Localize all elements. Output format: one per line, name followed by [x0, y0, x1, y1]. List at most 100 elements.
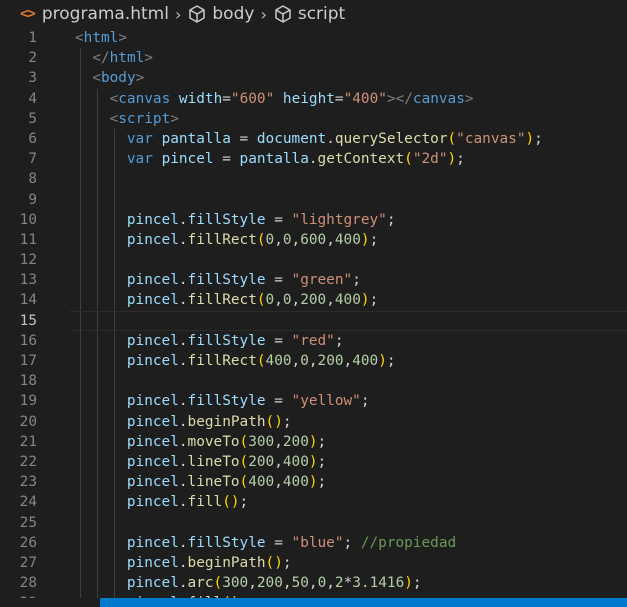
code-text: pincel.fillStyle = "lightgrey";: [127, 210, 396, 230]
code-line[interactable]: 1 <html>: [0, 28, 627, 48]
code-line[interactable]: 28 pincel.arc(300,200,50,0,2*3.1416);: [0, 573, 627, 594]
code-text: pincel.fillRect(400,0,200,400);: [127, 351, 396, 371]
indent-guide: [80, 451, 81, 473]
code-line[interactable]: 13 pincel.fillStyle = "green";: [0, 270, 627, 291]
code-line[interactable]: 5 <script>: [0, 108, 627, 129]
code-token: (: [404, 151, 413, 168]
code-token: (: [256, 353, 266, 369]
indent-guide: [97, 250, 98, 271]
code-token: ): [308, 474, 318, 491]
code-token: .: [178, 534, 188, 551]
line-number: 3: [28, 70, 37, 87]
code-line[interactable]: 26 pincel.fillStyle = "blue"; //propiedad: [0, 532, 627, 553]
code-token: =: [265, 211, 292, 228]
code-line[interactable]: 7 var pincel = pantalla.getContext("2d");: [0, 149, 627, 170]
code-text: <body>: [92, 68, 144, 88]
code-token: pincel: [126, 575, 179, 592]
code-token: *: [343, 575, 353, 592]
code-line[interactable]: 18: [0, 371, 627, 392]
code-token: (: [239, 474, 249, 491]
code-token: ;: [534, 130, 543, 147]
code-line[interactable]: 4 <canvas width="600" height="400"></canv…: [0, 88, 627, 109]
code-token: 0: [265, 292, 275, 309]
code-text: pincel.fillRect(0,0,200,400);: [127, 290, 378, 310]
indent-guide: [114, 573, 115, 594]
code-token: .: [326, 130, 335, 147]
code-token: "lightgrey": [291, 211, 387, 228]
code-token: ): [378, 353, 387, 369]
code-line[interactable]: 2 </html>: [0, 48, 627, 69]
line-number: 15: [19, 312, 37, 329]
code-line[interactable]: 21 pincel.moveTo(300,200);: [0, 431, 627, 452]
breadcrumb-body[interactable]: body: [187, 4, 254, 24]
code-line[interactable]: 11 pincel.fillRect(0,0,600,400);: [0, 229, 627, 251]
code-token: ): [308, 453, 318, 470]
code-token: ;: [386, 211, 396, 228]
code-token: (: [239, 453, 249, 470]
indent-guide: [114, 229, 115, 251]
code-line[interactable]: 27 pincel.beginPath();: [0, 552, 627, 574]
code-token: var: [126, 151, 153, 168]
code-token: 0: [317, 575, 327, 592]
code-line[interactable]: 17 pincel.fillRect(400,0,200,400);: [0, 351, 627, 372]
code-token: 400: [282, 474, 309, 491]
code-token: >: [118, 30, 127, 46]
indent-guide: [114, 270, 115, 291]
code-token: var: [126, 130, 153, 147]
breadcrumb-file-label: programa.html: [41, 4, 169, 24]
code-line[interactable]: 3 <body>: [0, 68, 627, 89]
breadcrumb-script[interactable]: script: [273, 4, 345, 24]
line-number: 29: [0, 593, 37, 598]
code-line[interactable]: 23 pincel.lineTo(400,400);: [0, 472, 627, 493]
code-token: (): [265, 413, 283, 430]
indent-guide: [80, 209, 81, 230]
code-text: pincel.beginPath();: [127, 412, 292, 432]
breadcrumb-file[interactable]: <> programa.html: [20, 4, 169, 24]
code-line[interactable]: 12: [0, 250, 627, 271]
code-line[interactable]: 19 pincel.fillStyle = "yellow";: [0, 391, 627, 412]
indent-guide: [97, 229, 98, 251]
code-token: pincel: [126, 494, 179, 511]
indent-guide: [114, 431, 115, 452]
indent-guide: [114, 552, 115, 574]
code-token: pincel: [126, 332, 179, 349]
code-token: ,: [308, 353, 318, 369]
code-line[interactable]: 16 pincel.fillStyle = "red";: [0, 330, 627, 351]
code-token: pincel: [126, 211, 179, 228]
code-line[interactable]: 8: [0, 169, 627, 190]
indent-guide: [80, 391, 81, 412]
code-line[interactable]: 24 pincel.fill();: [0, 492, 627, 513]
code-line[interactable]: 22 pincel.lineTo(200,400);: [0, 451, 627, 473]
code-line[interactable]: 15: [0, 310, 627, 332]
code-editor[interactable]: 1 <html> 2 </html> 3 <body> 4 <canvas width="60…: [0, 28, 627, 598]
code-line[interactable]: 9: [0, 189, 627, 210]
code-line[interactable]: 25: [0, 512, 627, 533]
code-token: ;: [386, 353, 396, 369]
code-token: ;: [352, 272, 361, 289]
code-token: lineTo: [187, 453, 240, 470]
code-token: "2d": [412, 151, 448, 168]
indent-guide: [97, 573, 98, 594]
chevron-right-icon: ›: [174, 4, 182, 24]
code-token: ): [360, 292, 370, 309]
code-token: ,: [291, 231, 301, 248]
code-token: 2: [334, 575, 344, 592]
code-line[interactable]: 6 var pantalla = document.querySelector("…: [0, 128, 627, 150]
indent-guide: [114, 472, 115, 493]
code-token: .: [178, 474, 188, 491]
code-token: beginPath: [187, 554, 266, 571]
code-token: "red": [291, 332, 335, 349]
code-line[interactable]: 20 pincel.beginPath();: [0, 411, 627, 432]
code-token: 300: [222, 575, 249, 592]
indent-guide: [97, 88, 98, 109]
code-token: >: [170, 110, 179, 127]
line-number: 16: [19, 332, 37, 349]
code-token: "blue": [291, 534, 344, 551]
indent-guide: [80, 169, 81, 190]
indent-guide: [114, 169, 115, 190]
code-token: 200: [256, 575, 283, 592]
indent-guide: [97, 270, 98, 291]
code-line[interactable]: 14 pincel.fillRect(0,0,200,400);: [0, 290, 627, 311]
code-token: ;: [317, 474, 327, 491]
code-line[interactable]: 10 pincel.fillStyle = "lightgrey";: [0, 209, 627, 230]
